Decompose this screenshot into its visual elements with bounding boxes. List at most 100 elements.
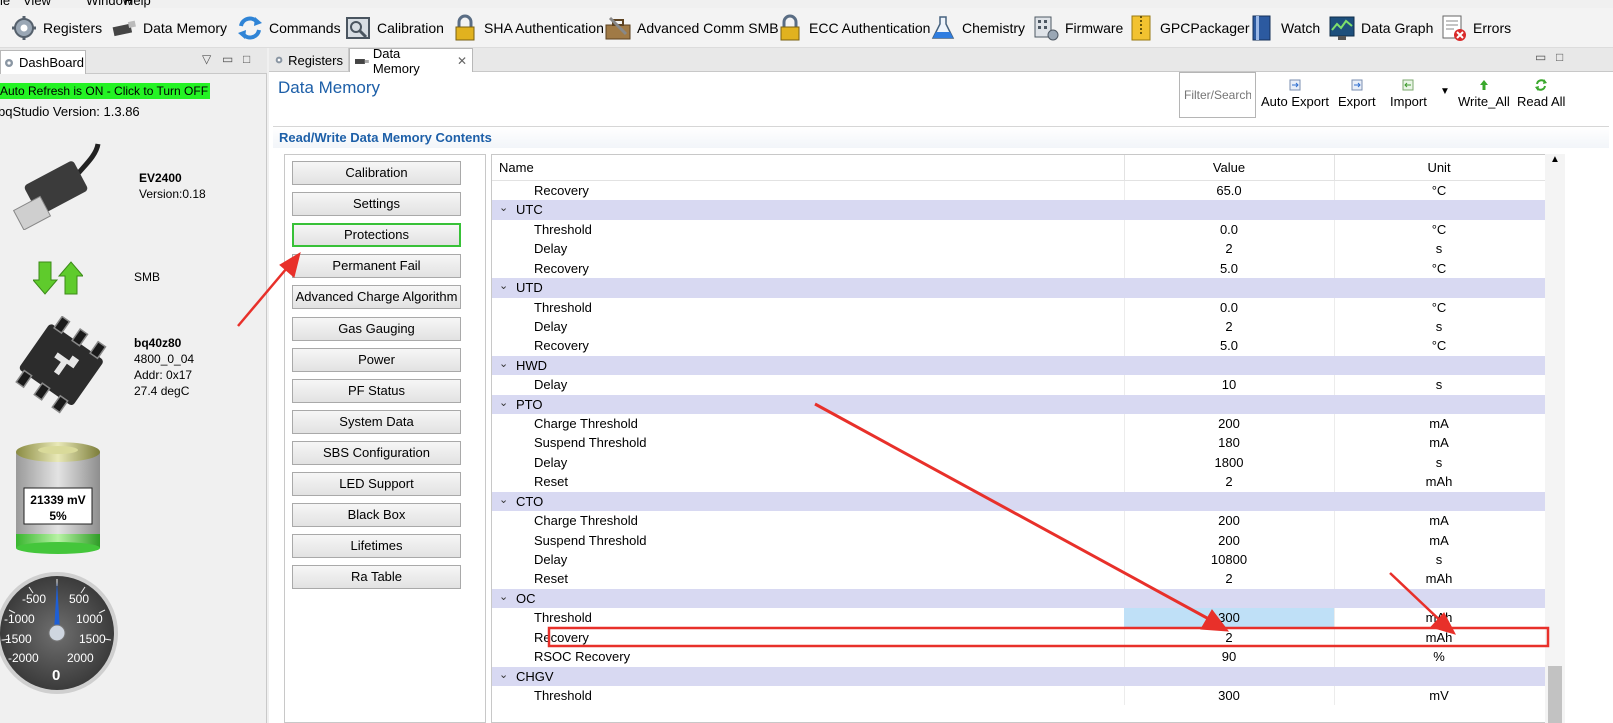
- category-button-lifetimes[interactable]: Lifetimes: [292, 534, 461, 559]
- category-button-led-support[interactable]: LED Support: [292, 472, 461, 496]
- tab-data-memory[interactable]: Data Memory ✕: [349, 46, 473, 76]
- toolbar-advanced-comm-smb[interactable]: Advanced Comm SMB: [604, 12, 779, 44]
- auto-refresh-toggle[interactable]: Auto Refresh is ON - Click to Turn OFF: [0, 83, 211, 99]
- row-value[interactable]: 2: [1124, 571, 1334, 586]
- menu-view[interactable]: View: [23, 0, 51, 8]
- chevron-down-icon[interactable]: ⌄: [499, 357, 508, 370]
- row-value[interactable]: 2: [1124, 474, 1334, 489]
- table-row[interactable]: Threshold 300 mAh: [492, 608, 1552, 628]
- category-button-black-box[interactable]: Black Box: [292, 503, 461, 528]
- row-value[interactable]: 5.0: [1124, 338, 1334, 353]
- toolbar-registers[interactable]: Registers: [10, 12, 102, 44]
- row-value[interactable]: 200: [1124, 533, 1334, 548]
- table-row[interactable]: Threshold 0.0 °C: [492, 219, 1552, 240]
- table-row[interactable]: Recovery 5.0 °C: [492, 336, 1552, 356]
- row-value[interactable]: 300: [1124, 688, 1334, 703]
- write-all-button[interactable]: Write_All: [1458, 78, 1510, 109]
- category-button-protections[interactable]: Protections: [292, 223, 461, 248]
- table-row[interactable]: Recovery 5.0 °C: [492, 258, 1552, 279]
- scroll-up-icon[interactable]: ▲: [1550, 154, 1560, 165]
- row-value[interactable]: 2: [1124, 319, 1334, 334]
- category-button-system-data[interactable]: System Data: [292, 409, 461, 434]
- category-button-advanced-charge-algorithm[interactable]: Advanced Charge Algorithm: [292, 285, 461, 310]
- row-value[interactable]: 10800: [1124, 552, 1334, 567]
- table-row[interactable]: Threshold 0.0 °C: [492, 297, 1552, 317]
- toolbar-chemistry[interactable]: Chemistry: [929, 12, 1025, 44]
- table-row[interactable]: Suspend Threshold 180 mA: [492, 433, 1552, 453]
- table-row[interactable]: Reset 2 mAh: [492, 472, 1552, 492]
- row-value[interactable]: 0.0: [1124, 222, 1334, 237]
- row-value[interactable]: 2: [1124, 241, 1334, 256]
- toolbar-watch[interactable]: Watch: [1248, 12, 1320, 44]
- toolbar-sha-authentication[interactable]: SHA Authentication: [451, 12, 604, 44]
- export-button[interactable]: Export: [1338, 78, 1376, 109]
- row-value[interactable]: 0.0: [1124, 300, 1334, 315]
- table-row[interactable]: Threshold 300 mV: [492, 685, 1552, 706]
- scrollbar-thumb[interactable]: [1548, 666, 1562, 723]
- category-button-gas-gauging[interactable]: Gas Gauging: [292, 316, 461, 341]
- toolbar-firmware[interactable]: Firmware: [1032, 12, 1123, 44]
- toolbar-data-memory[interactable]: Data Memory: [110, 12, 227, 44]
- toolbar-gpcpackager[interactable]: GPCPackager: [1127, 12, 1249, 44]
- category-button-power[interactable]: Power: [292, 347, 461, 372]
- table-row[interactable]: Delay 2 s: [492, 239, 1552, 259]
- row-value[interactable]: 2: [1124, 630, 1334, 645]
- table-row[interactable]: RSOC Recovery 90%: [492, 647, 1552, 667]
- chevron-down-icon[interactable]: ⌄: [499, 668, 508, 681]
- category-button-sbs-configuration[interactable]: SBS Configuration: [292, 440, 461, 465]
- toolbar-ecc-authentication[interactable]: ECC Authentication: [776, 12, 930, 44]
- toolbar-errors[interactable]: Errors: [1440, 12, 1511, 44]
- category-button-ra-table[interactable]: Ra Table: [292, 565, 461, 590]
- table-row[interactable]: Recovery 65.0 °C: [492, 181, 1552, 201]
- row-value[interactable]: 90: [1124, 649, 1334, 664]
- row-value[interactable]: 300: [1124, 608, 1334, 628]
- chevron-down-icon[interactable]: ⌄: [499, 201, 508, 214]
- table-row[interactable]: Reset 2 mAh: [492, 569, 1552, 589]
- maximize-icon[interactable]: □: [1556, 50, 1563, 64]
- table-group-row[interactable]: ⌄ UTC: [492, 200, 1552, 220]
- category-button-calibration[interactable]: Calibration: [292, 161, 461, 185]
- menu-file[interactable]: le: [0, 0, 10, 8]
- table-group-row[interactable]: ⌄ CTO: [492, 491, 1552, 512]
- table-row[interactable]: Delay 1800 s: [492, 452, 1552, 473]
- row-value[interactable]: 200: [1124, 513, 1334, 528]
- auto-export-button[interactable]: Auto Export: [1261, 78, 1329, 109]
- category-button-permanent-fail[interactable]: Permanent Fail: [292, 254, 461, 279]
- table-group-row[interactable]: ⌄ OC: [492, 588, 1552, 609]
- table-group-row[interactable]: ⌄ UTD: [492, 278, 1552, 298]
- table-group-row[interactable]: ⌄ PTO: [492, 394, 1552, 415]
- close-icon[interactable]: ✕: [457, 54, 467, 68]
- table-row[interactable]: Delay 10 s: [492, 375, 1552, 395]
- minimize-icon[interactable]: ▭: [222, 52, 233, 66]
- row-value[interactable]: 200: [1124, 416, 1334, 431]
- table-row[interactable]: Suspend Threshold 200 mA: [492, 530, 1552, 551]
- toolbar-commands[interactable]: Commands: [236, 12, 341, 44]
- column-header-unit[interactable]: Unit: [1334, 155, 1544, 181]
- maximize-icon[interactable]: □: [243, 52, 250, 66]
- filter-search-input[interactable]: [1179, 72, 1256, 118]
- category-button-pf-status[interactable]: PF Status: [292, 378, 461, 403]
- tab-registers[interactable]: Registers: [269, 48, 349, 72]
- row-value[interactable]: 65.0: [1124, 183, 1334, 198]
- table-row[interactable]: Charge Threshold 200 mA: [492, 511, 1552, 531]
- menu-help[interactable]: Help: [124, 0, 151, 8]
- table-group-row[interactable]: ⌄ CHGV: [492, 666, 1552, 686]
- chevron-down-icon[interactable]: ⌄: [499, 493, 508, 506]
- row-value[interactable]: 1800: [1124, 455, 1334, 470]
- chevron-down-icon[interactable]: ⌄: [499, 396, 508, 409]
- chevron-down-icon[interactable]: ⌄: [499, 590, 508, 603]
- table-row[interactable]: Delay 10800 s: [492, 550, 1552, 570]
- table-row[interactable]: Charge Threshold 200 mA: [492, 414, 1552, 434]
- table-row[interactable]: Recovery 2 mAh: [492, 627, 1552, 648]
- view-menu-icon[interactable]: ▽: [202, 52, 211, 66]
- minimize-icon[interactable]: ▭: [1535, 50, 1546, 64]
- row-value[interactable]: 5.0: [1124, 261, 1334, 276]
- vertical-scrollbar[interactable]: ▲: [1545, 154, 1565, 723]
- toolbar-calibration[interactable]: Calibration: [344, 12, 444, 44]
- table-row[interactable]: Delay 2 s: [492, 316, 1552, 337]
- column-header-value[interactable]: Value: [1124, 155, 1334, 181]
- column-header-name[interactable]: Name: [499, 155, 534, 181]
- row-value[interactable]: 10: [1124, 377, 1334, 392]
- read-all-button[interactable]: Read All: [1517, 78, 1565, 109]
- category-button-settings[interactable]: Settings: [292, 192, 461, 217]
